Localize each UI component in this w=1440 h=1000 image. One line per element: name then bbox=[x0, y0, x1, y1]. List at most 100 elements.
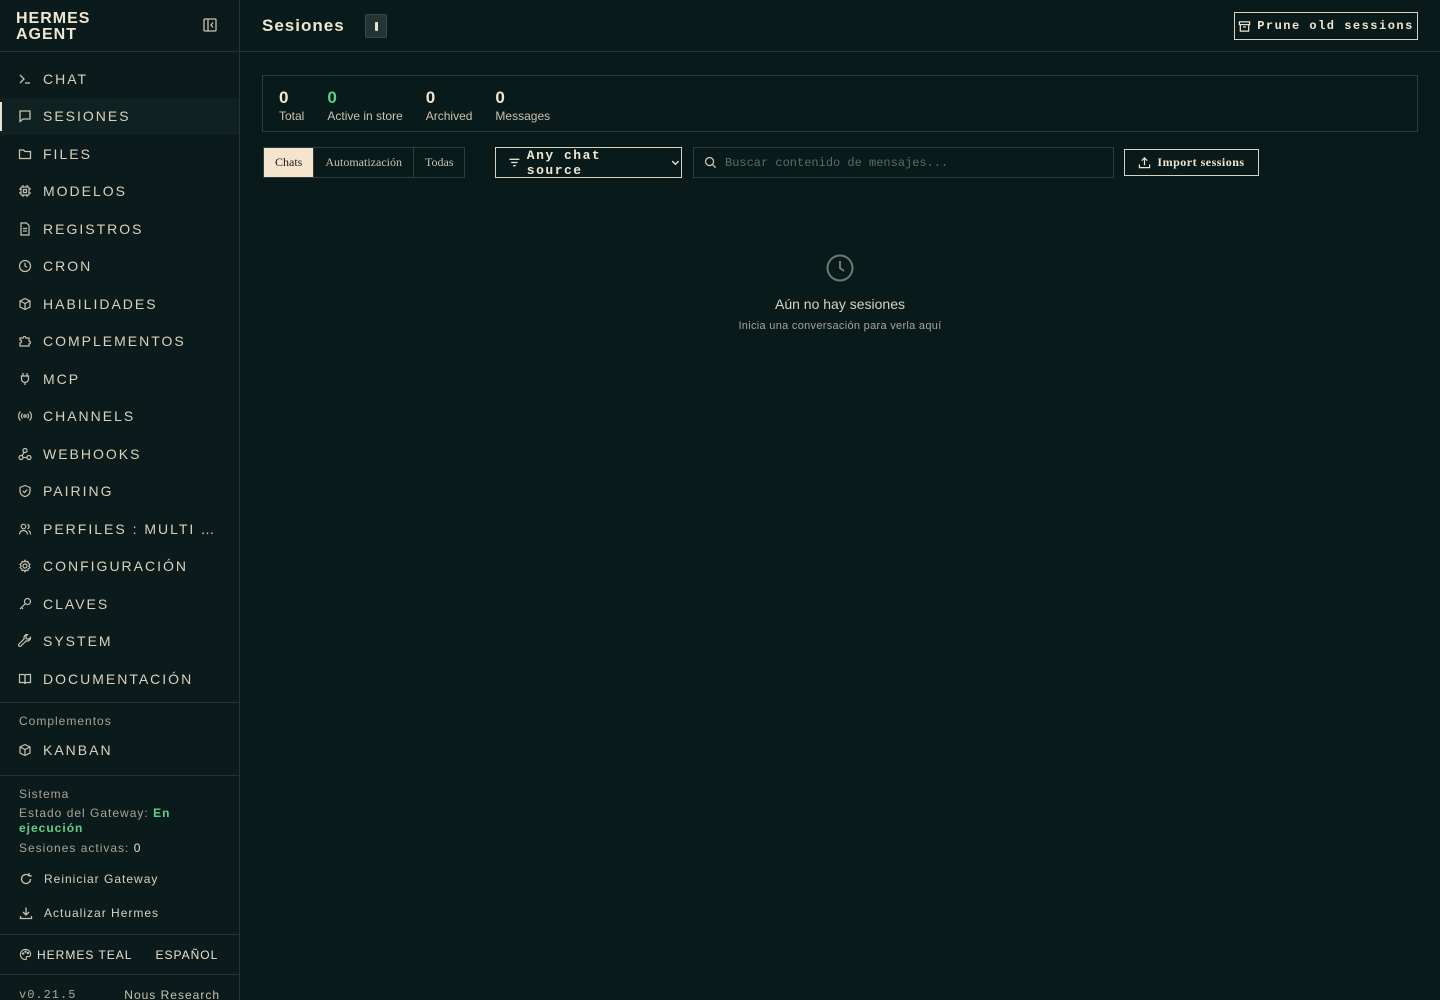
package-icon bbox=[19, 744, 31, 757]
sidebar-item-label: CLAVES bbox=[43, 595, 110, 612]
plug-icon bbox=[20, 372, 30, 385]
sidebar-nav: CHAT SESIONES FILES MODELOS REGISTROS CR… bbox=[0, 52, 239, 698]
stat-archived: 0 Archived bbox=[426, 88, 473, 131]
prune-button-label: Prune old sessions bbox=[1257, 19, 1414, 33]
sidebar-item-kanban[interactable]: KANBAN bbox=[0, 732, 239, 770]
sidebar-item-label: MCP bbox=[43, 370, 81, 387]
page-title-badge[interactable] bbox=[365, 14, 387, 38]
sidebar: HERMES AGENT CHAT SESIONES FILES MODELOS… bbox=[0, 0, 240, 1000]
package-icon bbox=[19, 297, 31, 310]
chevron-down-icon bbox=[671, 160, 680, 166]
cpu-icon bbox=[19, 185, 31, 198]
sidebar-item-label: DOCUMENTACIÓN bbox=[43, 670, 194, 687]
webhook-icon bbox=[18, 447, 32, 460]
prune-old-sessions-button[interactable]: Prune old sessions bbox=[1234, 12, 1418, 40]
sidebar-item-label: FILES bbox=[43, 145, 92, 162]
language-selector[interactable]: ESPAÑOL bbox=[155, 948, 218, 962]
broadcast-icon bbox=[18, 411, 32, 422]
search-input[interactable] bbox=[725, 155, 1105, 170]
stat-total-value: 0 bbox=[279, 88, 289, 107]
sidebar-item-pairing[interactable]: PAIRING bbox=[0, 473, 239, 511]
vendor-label: Nous Research bbox=[124, 987, 220, 1000]
page-title: Sesiones bbox=[262, 16, 345, 35]
tab-automatizacion[interactable]: Automatización bbox=[314, 148, 414, 177]
empty-state-subtitle: Inicia una conversación para verla aquí bbox=[738, 320, 942, 332]
tab-chats[interactable]: Chats bbox=[264, 148, 315, 177]
sidebar-item-webhooks[interactable]: WEBHOOKS bbox=[0, 435, 239, 473]
sidebar-item-label: MODELOS bbox=[43, 183, 128, 200]
active-sessions-label: Sesiones activas: bbox=[19, 841, 130, 855]
sidebar-item-sesiones[interactable]: SESIONES bbox=[0, 97, 239, 135]
filter-icon bbox=[509, 158, 520, 167]
document-icon bbox=[20, 222, 30, 236]
session-type-tabs: Chats Automatización Todas bbox=[263, 147, 466, 178]
theme-language-row: HERMES TEAL ESPAÑOL bbox=[0, 934, 239, 974]
update-hermes-button[interactable]: Actualizar Hermes bbox=[0, 896, 239, 930]
empty-state: Aún no hay sesiones Inicia una conversac… bbox=[640, 253, 1040, 332]
theme-selector[interactable]: HERMES TEAL bbox=[19, 948, 132, 962]
version-label: v0.21.5 bbox=[19, 987, 77, 1000]
stat-archived-label: Archived bbox=[425, 109, 473, 123]
sidebar-item-label: CRON bbox=[43, 258, 93, 275]
sidebar-item-channels[interactable]: CHANNELS bbox=[0, 398, 239, 436]
users-icon bbox=[18, 523, 32, 535]
stat-messages-value: 0 bbox=[495, 88, 505, 107]
gateway-status-line: Estado del Gateway: En ejecución bbox=[0, 806, 239, 836]
stat-active: 0 Active in store bbox=[327, 88, 402, 131]
chat-source-dropdown[interactable]: Any chat source bbox=[495, 147, 682, 178]
sidebar-item-cron[interactable]: CRON bbox=[0, 248, 239, 286]
restart-gateway-button[interactable]: Reiniciar Gateway bbox=[0, 862, 239, 896]
sidebar-item-system[interactable]: SYSTEM bbox=[0, 623, 239, 661]
import-sessions-button[interactable]: Import sessions bbox=[1124, 149, 1259, 176]
system-section-title: Sistema bbox=[19, 787, 70, 801]
sidebar-item-chat[interactable]: CHAT bbox=[0, 60, 239, 98]
sidebar-item-label: WEBHOOKS bbox=[43, 445, 142, 462]
sidebar-item-modelos[interactable]: MODELOS bbox=[0, 173, 239, 211]
stats-panel: 0 Total 0 Active in store 0 Archived 0 M… bbox=[262, 75, 1418, 132]
clock-icon bbox=[826, 254, 854, 282]
stat-messages-label: Messages bbox=[495, 109, 551, 123]
empty-state-title: Aún no hay sesiones bbox=[775, 296, 905, 312]
terminal-icon bbox=[19, 74, 30, 84]
download-icon bbox=[19, 907, 33, 920]
plugins-section: Complementos KANBAN bbox=[0, 701, 239, 770]
active-sessions-value: 0 bbox=[133, 841, 142, 855]
sidebar-item-label: COMPLEMENTOS bbox=[43, 333, 186, 350]
sidebar-item-registros[interactable]: REGISTROS bbox=[0, 210, 239, 248]
puzzle-icon bbox=[19, 336, 32, 347]
theme-label: HERMES TEAL bbox=[37, 947, 133, 962]
search-icon bbox=[704, 156, 717, 169]
plugins-section-title: Complementos bbox=[19, 713, 112, 728]
clock-icon bbox=[18, 260, 32, 273]
key-icon bbox=[19, 597, 32, 610]
archive-icon bbox=[1238, 20, 1251, 32]
import-button-label: Import sessions bbox=[1157, 155, 1245, 169]
sidebar-item-label: CHAT bbox=[43, 70, 89, 87]
sidebar-item-perfiles[interactable]: PERFILES : MULTI AGENTE bbox=[0, 510, 239, 548]
sidebar-item-claves[interactable]: CLAVES bbox=[0, 585, 239, 623]
sidebar-item-documentacion[interactable]: DOCUMENTACIÓN bbox=[0, 660, 239, 698]
sidebar-item-files[interactable]: FILES bbox=[0, 135, 239, 173]
shield-icon bbox=[19, 485, 31, 498]
sidebar-item-label: REGISTROS bbox=[43, 220, 144, 237]
system-section: Sistema Estado del Gateway: En ejecución… bbox=[0, 775, 239, 934]
refresh-icon bbox=[20, 873, 32, 885]
sidebar-item-label: SESIONES bbox=[43, 108, 131, 125]
sidebar-item-complementos[interactable]: COMPLEMENTOS bbox=[0, 323, 239, 361]
stat-active-value: 0 bbox=[327, 88, 337, 107]
stat-active-label: Active in store bbox=[327, 109, 403, 123]
tab-todas[interactable]: Todas bbox=[414, 148, 465, 177]
sidebar-item-mcp[interactable]: MCP bbox=[0, 360, 239, 398]
stat-messages: 0 Messages bbox=[495, 88, 550, 131]
message-search bbox=[693, 147, 1114, 178]
upload-icon bbox=[1139, 157, 1151, 169]
folder-icon bbox=[18, 149, 32, 159]
sidebar-collapse-icon[interactable] bbox=[203, 18, 217, 32]
sidebar-item-habilidades[interactable]: HABILIDADES bbox=[0, 285, 239, 323]
sidebar-item-configuracion[interactable]: CONFIGURACIÓN bbox=[0, 548, 239, 586]
brand-header: HERMES AGENT bbox=[0, 0, 239, 52]
sidebar-item-label: SYSTEM bbox=[43, 633, 113, 650]
wrench-icon bbox=[18, 634, 32, 648]
version-row: v0.21.5 Nous Research bbox=[0, 974, 239, 1000]
gear-icon bbox=[19, 559, 31, 574]
